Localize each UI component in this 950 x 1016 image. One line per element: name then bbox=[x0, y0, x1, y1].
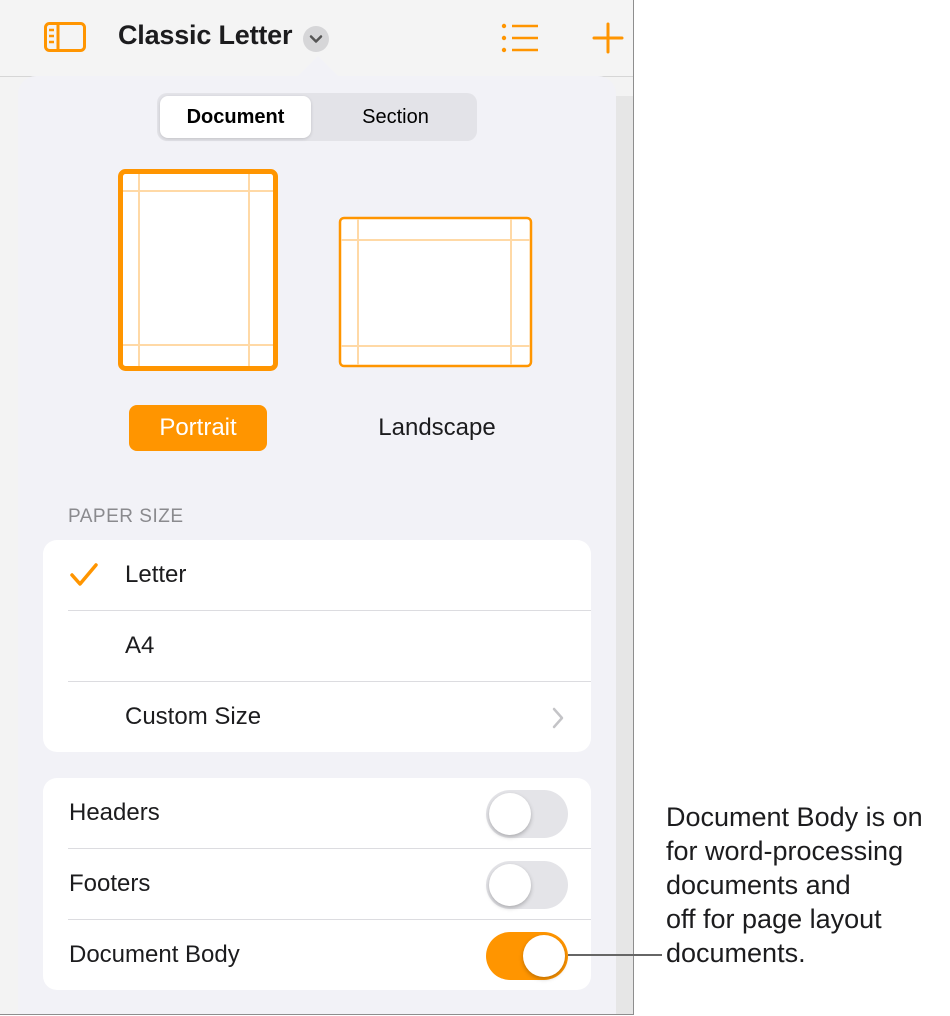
sidebar-icon bbox=[44, 22, 86, 52]
popover-arrow bbox=[296, 56, 340, 78]
headers-row: Headers bbox=[43, 778, 591, 848]
checkmark-icon bbox=[70, 563, 98, 586]
paper-size-header: PAPER SIZE bbox=[68, 506, 184, 527]
paper-size-custom-label: Custom Size bbox=[125, 703, 262, 730]
portrait-thumbnail[interactable] bbox=[118, 169, 278, 376]
landscape-thumbnail[interactable] bbox=[338, 216, 533, 373]
toggle-knob bbox=[489, 864, 531, 906]
document-body-toggle[interactable] bbox=[486, 932, 568, 980]
callout-annotation: Document Body is on for word-processing … bbox=[666, 802, 923, 968]
headers-label: Headers bbox=[69, 799, 160, 826]
callout-leader-line bbox=[568, 954, 662, 956]
document-body-row: Document Body bbox=[43, 920, 591, 990]
paper-size-custom[interactable]: Custom Size bbox=[43, 682, 591, 752]
document-title[interactable]: Classic Letter bbox=[118, 20, 292, 51]
pages-app-window: Classic Letter Document Section Portrait… bbox=[0, 0, 634, 1015]
document-body-label: Document Body bbox=[69, 941, 240, 968]
document-setup-popover: Document Section Portrait Landscape PAPE… bbox=[18, 76, 616, 1014]
chevron-down-icon bbox=[309, 35, 323, 43]
chevron-right-icon bbox=[552, 707, 564, 729]
paper-size-a4[interactable]: A4 bbox=[43, 611, 591, 681]
portrait-button[interactable]: Portrait bbox=[129, 405, 267, 451]
tab-section[interactable]: Section bbox=[317, 96, 474, 138]
portrait-page-icon bbox=[118, 169, 278, 371]
paper-size-list: Letter A4 Custom Size bbox=[43, 540, 591, 752]
plus-icon bbox=[592, 22, 624, 54]
footers-row: Footers bbox=[43, 849, 591, 919]
footers-label: Footers bbox=[69, 870, 151, 897]
tab-document[interactable]: Document bbox=[160, 96, 311, 138]
paper-size-letter-label: Letter bbox=[125, 561, 187, 588]
landscape-page-icon bbox=[338, 216, 533, 368]
paper-size-letter[interactable]: Letter bbox=[43, 540, 591, 610]
document-section-segmented-control: Document Section bbox=[157, 93, 477, 141]
document-outline-button[interactable] bbox=[500, 20, 540, 56]
list-icon bbox=[501, 23, 538, 53]
headers-toggle[interactable] bbox=[486, 790, 568, 838]
footers-toggle[interactable] bbox=[486, 861, 568, 909]
background-document-edge bbox=[616, 96, 633, 1014]
title-menu-button[interactable] bbox=[303, 26, 329, 52]
paper-size-a4-label: A4 bbox=[125, 632, 155, 659]
landscape-button[interactable]: Landscape bbox=[348, 405, 526, 451]
sidebar-button[interactable] bbox=[44, 22, 86, 52]
toggle-knob bbox=[523, 935, 565, 977]
add-button[interactable] bbox=[592, 22, 624, 54]
toggle-knob bbox=[489, 793, 531, 835]
document-settings-list: Headers Footers Document Body bbox=[43, 778, 591, 990]
